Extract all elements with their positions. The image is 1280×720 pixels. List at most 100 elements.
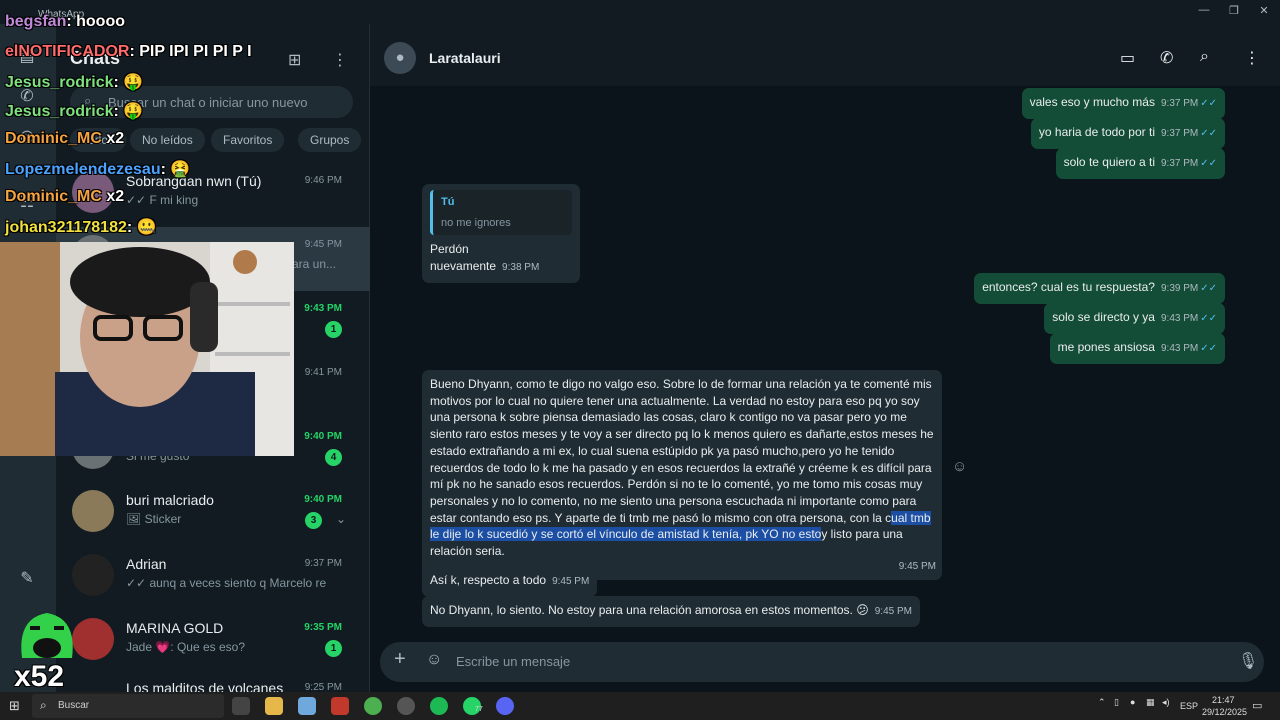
message-time: 9:38 PM: [502, 262, 540, 274]
new-chat-icon[interactable]: ⊞: [288, 50, 301, 70]
unread-badge: 4: [325, 449, 342, 466]
message-time: 9:45 PM: [874, 606, 912, 617]
chat-item[interactable]: buri malcriado 🖼 Sticker 9:40 PM 3 ⌄: [56, 482, 370, 546]
video-call-icon[interactable]: ▭: [1120, 48, 1135, 68]
taskbar-search-input[interactable]: ⌕ Buscar: [32, 694, 224, 718]
notepad-icon[interactable]: [298, 697, 316, 715]
mic-icon[interactable]: ●: [1130, 697, 1135, 707]
chat-preview: 🖼 Sticker: [126, 512, 182, 526]
message-text: Así k, respecto a todo: [430, 573, 547, 587]
obs-icon[interactable]: [397, 697, 415, 715]
volume-icon[interactable]: ◂): [1162, 697, 1170, 708]
contact-avatar-icon[interactable]: ●: [384, 42, 416, 74]
maximize-button[interactable]: ❐: [1224, 4, 1244, 17]
chat-item[interactable]: Adrian ✓✓ aunq a veces siento q Marcelo …: [56, 546, 370, 610]
overlay-user: begsfan: [5, 13, 67, 30]
search-icon: ⌕: [40, 698, 47, 712]
search-icon[interactable]: ⌕: [1200, 48, 1209, 66]
chat-time: 9:43 PM: [304, 303, 342, 314]
message-out[interactable]: solo te quiero a ti 9:37 PM ✓✓: [1055, 148, 1225, 179]
title-bar: WhatsApp — ❐ ✕: [0, 0, 1280, 24]
notifications-icon[interactable]: ▭: [1252, 699, 1262, 712]
close-button[interactable]: ✕: [1254, 4, 1274, 17]
combo-overlay: x52: [12, 608, 82, 693]
unread-badge: 1: [325, 640, 342, 657]
attach-plus-icon[interactable]: +: [394, 648, 406, 671]
chat-time: 9:45 PM: [304, 239, 342, 250]
message-time: 9:39 PM: [1160, 283, 1199, 294]
menu-icon[interactable]: ⋮: [332, 50, 348, 70]
message-in[interactable]: Así k, respecto a todo 9:45 PM: [422, 566, 598, 597]
unread-badge: 1: [325, 321, 342, 338]
overlay-line: Dominic_MC x2: [5, 130, 124, 148]
start-icon[interactable]: ⊞: [9, 698, 20, 714]
message-out[interactable]: me pones ansiosa 9:43 PM ✓✓: [1049, 333, 1225, 364]
message-in[interactable]: No Dhyann, lo siento. No estoy para una …: [422, 596, 920, 627]
combo-count: x52: [14, 660, 65, 693]
edit-icon[interactable]: ✎: [16, 568, 38, 590]
battery-icon[interactable]: ▯: [1114, 697, 1119, 708]
contact-name[interactable]: Laratalauri: [429, 50, 501, 66]
menu-icon[interactable]: ⋮: [1244, 48, 1260, 68]
message-composer[interactable]: + ☺ Escribe un mensaje 🎙: [380, 642, 1264, 682]
taskbar-search-placeholder: Buscar: [58, 700, 90, 711]
quote-author: Tú: [441, 196, 455, 208]
message-time: 9:43 PM: [1160, 313, 1199, 324]
network-icon[interactable]: ▦: [1146, 697, 1155, 708]
avatar: [72, 554, 114, 596]
message-text: Perdón nuevamente: [430, 242, 497, 274]
task-view-icon[interactable]: [232, 697, 250, 715]
app-icon[interactable]: [331, 697, 349, 715]
microphone-icon[interactable]: 🎙: [1238, 651, 1258, 671]
message-time: 9:37 PM: [1160, 158, 1199, 169]
overlay-user: elNOTIFICADOR: [5, 43, 130, 60]
voice-call-icon[interactable]: ✆: [1160, 48, 1173, 68]
webcam-image: [0, 242, 294, 456]
read-ticks-icon: ✓✓: [1200, 313, 1217, 324]
chat-name: buri malcriado: [126, 492, 214, 508]
chevron-down-icon[interactable]: ⌄: [336, 512, 346, 526]
message-text: solo se directo y ya: [1052, 310, 1155, 324]
discord-icon[interactable]: [496, 697, 514, 715]
language-indicator[interactable]: ESP: [1180, 701, 1198, 711]
overlay-msg: : PIP IPI PI PI P I: [129, 43, 252, 60]
message-out[interactable]: entonces? cual es tu respuesta? 9:39 PM ✓✓: [974, 273, 1225, 304]
read-ticks-icon: ✓✓: [1200, 283, 1217, 294]
filter-groups[interactable]: Grupos: [298, 128, 362, 152]
read-ticks-icon: ✓✓: [1200, 158, 1217, 169]
message-time: 9:45 PM: [552, 576, 590, 587]
clock-date[interactable]: 29/12/2025: [1202, 707, 1247, 717]
filter-unread[interactable]: No leídos: [130, 128, 205, 152]
chat-item[interactable]: MARINA GOLD Jade 💗: Que es eso? 9:35 PM …: [56, 610, 370, 674]
tray-chevron-icon[interactable]: ⌃: [1098, 697, 1106, 708]
message-input[interactable]: Escribe un mensaje: [456, 654, 570, 669]
overlay-user: Jesus_rodrick: [5, 103, 114, 120]
chrome-icon[interactable]: [364, 697, 382, 715]
filter-favorites[interactable]: Favoritos: [211, 128, 285, 152]
message-out[interactable]: yo haria de todo por ti 9:37 PM ✓✓: [1030, 118, 1225, 149]
spotify-icon[interactable]: [430, 697, 448, 715]
message-out[interactable]: vales eso y mucho más 9:37 PM ✓✓: [1021, 88, 1225, 119]
message-out[interactable]: solo se directo y ya 9:43 PM ✓✓: [1044, 303, 1225, 334]
chat-item[interactable]: Los malditos de volcanes 9:25 PM: [56, 674, 370, 692]
overlay-user: Lopezmelendezesau: [5, 161, 161, 178]
message-text: entonces? cual es tu respuesta?: [982, 280, 1155, 294]
chat-time: 9:40 PM: [304, 431, 342, 442]
emoji-icon[interactable]: ☺: [426, 651, 442, 669]
clock-time[interactable]: 21:47: [1212, 695, 1235, 705]
message-in-long[interactable]: Bueno Dhyann, como te digo no valgo eso.…: [422, 370, 942, 580]
emoji-react-icon[interactable]: ☺: [952, 458, 967, 475]
overlay-msg: : 🤑: [113, 74, 144, 91]
quoted-message[interactable]: Tú no me ignores: [430, 190, 572, 236]
crying-emoji-icon: [21, 613, 73, 658]
overlay-msg: : 🤑: [113, 103, 144, 120]
message-text: yo haria de todo por ti: [1038, 125, 1155, 139]
chat-name: MARINA GOLD: [126, 620, 224, 636]
file-explorer-icon[interactable]: [265, 697, 283, 715]
minimize-button[interactable]: —: [1194, 4, 1214, 16]
message-in-reply[interactable]: Tú no me ignores Perdón nuevamente 9:38 P…: [422, 184, 580, 283]
overlay-msg: : 🤮: [160, 161, 191, 178]
webcam-feed: [0, 242, 294, 456]
overlay-line: johan321178182: 🤐: [5, 217, 157, 237]
chat-time: 9:37 PM: [304, 558, 342, 569]
